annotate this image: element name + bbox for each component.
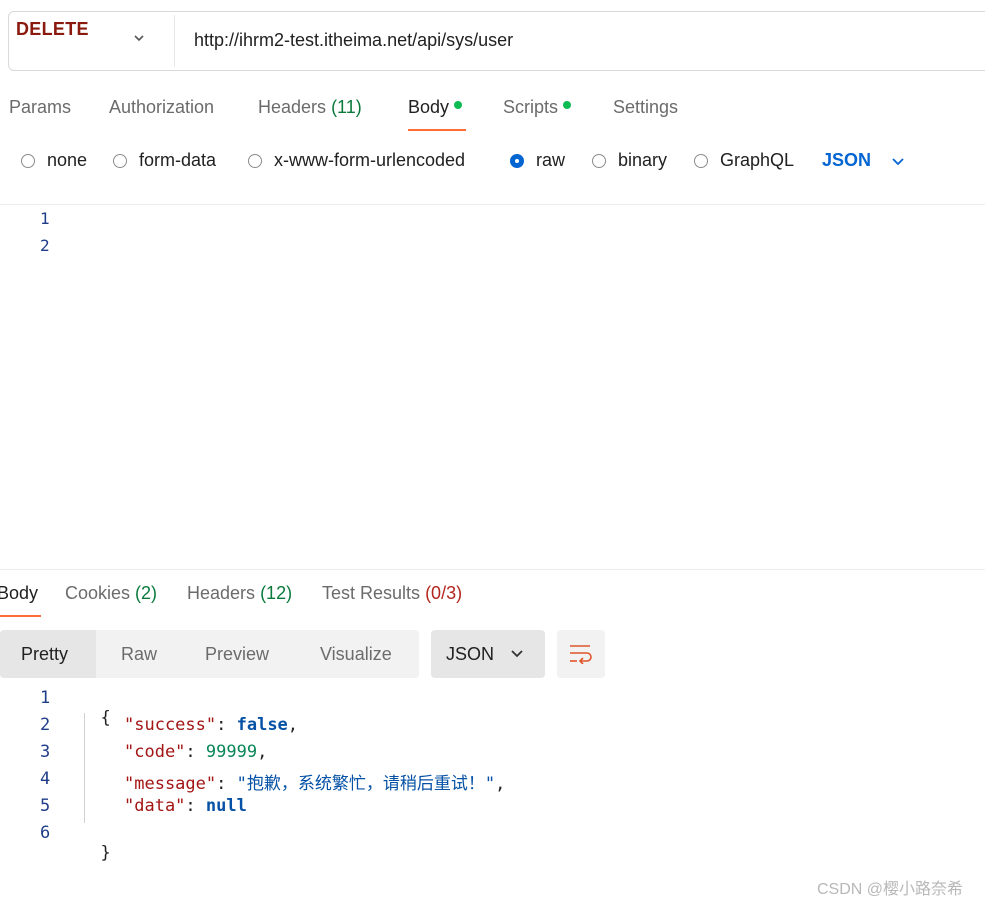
status-dot-icon — [563, 101, 572, 110]
active-tab-indicator — [408, 129, 466, 131]
json-value: false — [236, 715, 288, 735]
url-divider — [174, 15, 175, 67]
radio-form-data[interactable]: form-data — [113, 150, 216, 171]
json-key: "message" — [124, 774, 217, 794]
radio-none[interactable]: none — [21, 150, 87, 171]
radio-circle-icon — [248, 153, 262, 168]
radio-circle-icon — [592, 153, 606, 168]
code-line: "data": null — [124, 796, 247, 816]
json-key: "code" — [124, 742, 186, 762]
tab-body[interactable]: Body — [408, 97, 463, 118]
radio-selected-icon — [510, 153, 524, 168]
tab-test-results-count: (0/3) — [425, 583, 463, 603]
tab-cookies[interactable]: Cookies (2) — [65, 583, 157, 604]
radio-binary[interactable]: binary — [592, 150, 667, 171]
radio-graphql[interactable]: GraphQL — [694, 150, 794, 171]
radio-raw-label: raw — [536, 150, 566, 170]
tab-response-headers-count: (12) — [260, 583, 293, 603]
radio-form-data-label: form-data — [139, 150, 217, 170]
tab-test-results-label: Test Results — [322, 583, 421, 603]
tab-cookies-label: Cookies — [65, 583, 131, 603]
tab-settings[interactable]: Settings — [613, 97, 678, 118]
chevron-down-icon[interactable] — [892, 157, 904, 167]
code-line-number: 5 — [40, 796, 51, 816]
tab-params[interactable]: Params — [9, 97, 71, 118]
view-visualize[interactable]: Visualize — [320, 644, 392, 665]
code-line-number: 2 — [40, 715, 51, 735]
view-preview[interactable]: Preview — [205, 644, 269, 665]
chevron-down-icon — [511, 650, 523, 658]
divider — [0, 204, 985, 205]
watermark: CSDN @樱小路奈希 — [817, 881, 964, 898]
json-brace: { — [100, 708, 111, 728]
radio-binary-label: binary — [618, 150, 668, 170]
radio-circle-icon — [113, 153, 127, 168]
json-brace: } — [100, 843, 111, 863]
divider — [0, 569, 985, 570]
tab-headers-label: Headers — [258, 97, 327, 117]
wrap-lines-button[interactable] — [557, 630, 605, 678]
url-input[interactable]: http://ihrm2-test.itheima.net/api/sys/us… — [194, 30, 513, 51]
tab-authorization[interactable]: Authorization — [109, 97, 214, 118]
editor-line-number: 1 — [40, 209, 50, 228]
radio-urlencoded-label: x-www-form-urlencoded — [274, 150, 466, 170]
json-value: 99999 — [205, 742, 258, 762]
tab-response-headers-label: Headers — [187, 583, 256, 603]
json-key: "success" — [124, 715, 217, 735]
json-key: "data" — [124, 796, 186, 816]
body-language-select[interactable]: JSON — [822, 150, 871, 171]
indent-guide — [84, 713, 85, 823]
tab-scripts-label: Scripts — [503, 97, 559, 117]
code-line-number: 4 — [40, 769, 51, 789]
tab-scripts[interactable]: Scripts — [503, 97, 572, 118]
radio-none-label: none — [47, 150, 88, 170]
tab-body-label: Body — [408, 97, 450, 117]
status-dot-icon — [454, 101, 463, 110]
radio-circle-icon — [21, 153, 35, 168]
tab-response-body[interactable]: Body — [0, 583, 38, 604]
tab-headers-count: (11) — [331, 97, 362, 117]
code-line-number: 1 — [40, 688, 51, 708]
code-line: } — [80, 823, 111, 863]
editor-line-number: 2 — [40, 236, 50, 255]
radio-raw[interactable]: raw — [510, 150, 565, 171]
json-value: "抱歉，系统繁忙，请稍后重试！" — [236, 774, 496, 794]
radio-graphql-label: GraphQL — [720, 150, 795, 170]
view-pretty[interactable]: Pretty — [21, 644, 68, 665]
view-raw[interactable]: Raw — [121, 644, 157, 665]
code-line: { — [80, 688, 111, 728]
method-select[interactable]: DELETE — [16, 19, 89, 40]
format-select-label: JSON — [446, 644, 495, 664]
tab-test-results[interactable]: Test Results (0/3) — [322, 583, 462, 604]
tab-headers[interactable]: Headers (11) — [258, 97, 362, 118]
radio-circle-icon — [694, 153, 708, 168]
wrap-lines-icon — [570, 645, 592, 664]
active-tab-indicator — [0, 615, 41, 617]
tab-response-headers[interactable]: Headers (12) — [187, 583, 292, 604]
radio-urlencoded[interactable]: x-www-form-urlencoded — [248, 150, 465, 171]
code-line: "success": false, — [124, 715, 299, 735]
code-line: "message": "抱歉，系统繁忙，请稍后重试！", — [124, 774, 506, 794]
chevron-down-icon[interactable] — [134, 33, 144, 43]
code-line-number: 6 — [40, 823, 51, 843]
code-line-number: 3 — [40, 742, 51, 762]
tab-cookies-count: (2) — [135, 583, 158, 603]
code-line: "code": 99999, — [124, 742, 268, 762]
json-value: null — [205, 796, 247, 816]
